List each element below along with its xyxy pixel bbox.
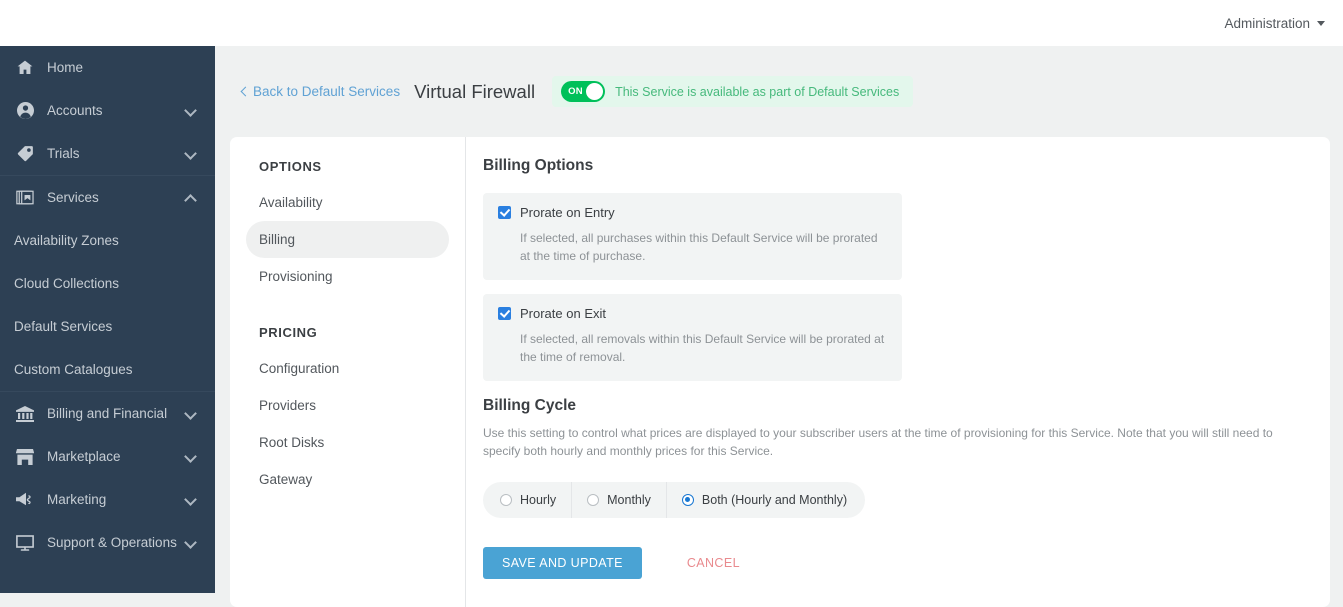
service-availability-badge: ON This Service is available as part of … (552, 76, 914, 107)
back-link-label: Back to Default Services (253, 84, 401, 99)
sidebar-item-marketplace[interactable]: Marketplace (0, 435, 215, 478)
chevron-up-icon[interactable] (186, 192, 197, 203)
billing-cycle-radio-group: Hourly Monthly Both (Hourly and Monthly) (483, 482, 866, 518)
sidebar-group-secondary: Billing and Financial Marketplace Market… (0, 392, 215, 564)
pricing-item-root-disks[interactable]: Root Disks (246, 424, 449, 461)
toggle-state-label: ON (568, 86, 583, 97)
prorate-on-exit-description: If selected, all removals within this De… (520, 332, 885, 364)
prorate-on-entry-label: Prorate on Entry (520, 205, 615, 220)
chevron-down-icon[interactable] (186, 537, 197, 548)
prorate-on-entry-option: Prorate on Entry If selected, all purcha… (483, 193, 902, 280)
layers-icon (14, 188, 36, 208)
billing-cycle-option-hourly[interactable]: Hourly (483, 482, 573, 518)
sidebar-item-accounts-label: Accounts (47, 103, 103, 118)
prorate-on-exit-label: Prorate on Exit (520, 306, 606, 321)
page-header: Back to Default Services Virtual Firewal… (215, 46, 1343, 137)
billing-cycle-heading: Billing Cycle (483, 397, 577, 414)
back-to-default-services-link[interactable]: Back to Default Services (240, 84, 400, 99)
content-card: OPTIONS Availability Billing Provisionin… (230, 137, 1330, 607)
prorate-on-entry-row[interactable]: Prorate on Entry (498, 205, 887, 220)
billing-cycle-option-both-label: Both (Hourly and Monthly) (701, 493, 848, 507)
billing-settings-panel: Billing Options Prorate on Entry If sele… (466, 137, 1330, 607)
billing-cycle-description: Use this setting to control what prices … (483, 426, 1273, 458)
sidebar-item-services-label: Services (47, 190, 99, 205)
user-circle-icon (14, 101, 36, 121)
pricing-item-gateway[interactable]: Gateway (246, 461, 449, 498)
chevron-down-icon[interactable] (186, 494, 197, 505)
administration-label: Administration (1224, 15, 1310, 31)
sidebar-item-billing-and-financial-label: Billing and Financial (47, 406, 168, 421)
sidebar-item-cloud-collections[interactable]: Cloud Collections (0, 262, 215, 305)
sidebar-item-marketing-label: Marketing (47, 492, 107, 507)
toggle-knob (586, 83, 604, 100)
administration-menu[interactable]: Administration (1224, 16, 1325, 31)
billing-options-heading: Billing Options (483, 157, 594, 174)
options-item-provisioning[interactable]: Provisioning (246, 258, 449, 295)
bank-icon (14, 404, 36, 424)
pricing-item-providers[interactable]: Providers (246, 387, 449, 424)
options-item-billing[interactable]: Billing (246, 221, 449, 258)
prorate-on-entry-checkbox[interactable] (498, 206, 511, 219)
store-icon (14, 447, 36, 467)
monitor-icon (14, 533, 36, 553)
sidebar-item-support-and-operations-label: Support & Operations (47, 535, 177, 550)
prorate-on-exit-checkbox[interactable] (498, 307, 511, 320)
home-icon (14, 58, 36, 78)
tag-icon (14, 144, 36, 164)
sidebar-item-trials[interactable]: Trials (0, 132, 215, 175)
options-panel: OPTIONS Availability Billing Provisionin… (230, 137, 466, 607)
chevron-down-icon[interactable] (186, 148, 197, 159)
billing-cycle-option-both[interactable]: Both (Hourly and Monthly) (667, 482, 865, 518)
billing-cycle-option-monthly[interactable]: Monthly (572, 482, 667, 518)
save-and-update-button[interactable]: SAVE AND UPDATE (483, 547, 642, 579)
sidebar-item-trials-label: Trials (47, 146, 80, 161)
sidebar-item-availability-zones[interactable]: Availability Zones (0, 219, 215, 262)
chevron-down-icon (1317, 20, 1325, 26)
megaphone-icon (14, 490, 36, 510)
sidebar-item-marketing[interactable]: Marketing (0, 478, 215, 521)
prorate-on-entry-description: If selected, all purchases within this D… (520, 231, 878, 263)
page-title: Virtual Firewall (414, 80, 536, 102)
sidebar: Home Accounts Trials Services Availabili… (0, 46, 215, 593)
billing-cycle-option-monthly-label: Monthly (607, 493, 651, 507)
sidebar-item-custom-catalogues[interactable]: Custom Catalogues (0, 348, 215, 391)
radio-icon[interactable] (500, 494, 512, 506)
top-bar: Administration (0, 0, 1343, 46)
cancel-button[interactable]: CANCEL (687, 556, 740, 570)
sidebar-group-primary: Home Accounts Trials (0, 46, 215, 176)
options-section-title: OPTIONS (259, 159, 322, 174)
sidebar-item-default-services[interactable]: Default Services (0, 305, 215, 348)
form-actions: SAVE AND UPDATE CANCEL (483, 547, 1300, 579)
sidebar-item-accounts[interactable]: Accounts (0, 89, 215, 132)
service-status-text: This Service is available as part of Def… (615, 84, 900, 99)
sidebar-item-home-label: Home (47, 60, 84, 75)
chevron-down-icon[interactable] (186, 451, 197, 462)
pricing-section-title: PRICING (259, 325, 318, 340)
prorate-on-exit-row[interactable]: Prorate on Exit (498, 306, 887, 321)
sidebar-item-billing-and-financial[interactable]: Billing and Financial (0, 392, 215, 435)
service-enabled-toggle[interactable]: ON (561, 81, 606, 102)
sidebar-item-marketplace-label: Marketplace (47, 449, 121, 464)
sidebar-group-services: Services Availability Zones Cloud Collec… (0, 176, 215, 392)
billing-cycle-option-hourly-label: Hourly (520, 493, 557, 507)
radio-selected-icon[interactable] (681, 494, 694, 506)
chevron-down-icon[interactable] (186, 408, 197, 419)
chevron-down-icon[interactable] (186, 105, 197, 116)
radio-icon[interactable] (587, 494, 600, 506)
prorate-on-exit-option: Prorate on Exit If selected, all removal… (483, 294, 902, 381)
sidebar-item-support-and-operations[interactable]: Support & Operations (0, 521, 215, 564)
sidebar-item-services[interactable]: Services (0, 176, 215, 219)
pricing-item-configuration[interactable]: Configuration (246, 350, 449, 387)
options-item-availability[interactable]: Availability (246, 184, 449, 221)
sidebar-item-home[interactable]: Home (0, 46, 215, 89)
chevron-left-icon (240, 88, 248, 96)
